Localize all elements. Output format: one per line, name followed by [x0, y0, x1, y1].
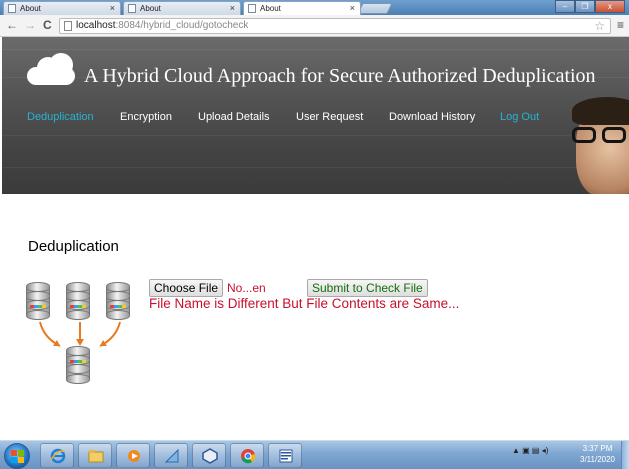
choose-file-button[interactable]: Choose File — [149, 279, 224, 297]
internet-explorer-icon[interactable] — [40, 443, 74, 468]
browser-window: { "browser": { "tabs": [ {"label": "Abou… — [0, 0, 629, 469]
database-icon — [26, 282, 50, 320]
tab-strip: About × About × About × – ❐ x — [0, 0, 629, 15]
window-controls: – ❐ x — [555, 0, 625, 13]
chrome-icon[interactable] — [230, 443, 264, 468]
nav-encryption[interactable]: Encryption — [120, 111, 172, 123]
maximize-button[interactable]: ❐ — [575, 0, 595, 13]
reload-icon[interactable]: C — [43, 18, 52, 32]
tab-label: About — [140, 4, 161, 13]
tab-about-1[interactable]: About × — [3, 1, 121, 15]
close-window-button[interactable]: x — [595, 0, 625, 13]
page-heading: Deduplication — [28, 238, 119, 255]
nav-user-request[interactable]: User Request — [296, 111, 363, 123]
page-icon — [8, 4, 16, 13]
clock-time: 3:37 PM — [582, 444, 613, 453]
new-tab-button[interactable] — [357, 3, 393, 14]
url-host: localhost — [76, 20, 116, 31]
deduplication-diagram — [26, 282, 136, 384]
tab-label: About — [260, 4, 281, 13]
tab-close-icon[interactable]: × — [350, 3, 355, 13]
tab-close-icon[interactable]: × — [230, 3, 235, 13]
tab-close-icon[interactable]: × — [110, 3, 115, 13]
database-icon — [66, 282, 90, 320]
nav-log-out[interactable]: Log Out — [500, 111, 539, 123]
file-explorer-icon[interactable] — [78, 443, 112, 468]
site-title: A Hybrid Cloud Approach for Secure Autho… — [84, 65, 596, 87]
system-tray-icons[interactable]: ▲ ▣ ▤ ◂) — [512, 446, 548, 455]
man-with-glasses-image — [562, 97, 629, 194]
minimize-button[interactable]: – — [555, 0, 575, 13]
address-bar[interactable]: localhost:8084/hybrid_cloud/gotocheck ☆ — [59, 18, 611, 34]
url-path: :8084/hybrid_cloud/gotocheck — [115, 20, 249, 31]
database-icon — [66, 346, 90, 384]
virtualbox-icon[interactable] — [192, 443, 226, 468]
cloud-logo-icon — [27, 53, 77, 85]
back-arrow-icon[interactable]: ← — [6, 18, 18, 32]
page-icon — [64, 21, 72, 31]
check-result-message: File Name is Different But File Contents… — [149, 296, 460, 311]
tab-about-active[interactable]: About × — [243, 1, 361, 15]
selected-file-name: No...en — [227, 281, 266, 295]
main-nav: Deduplication Encryption Upload Details … — [2, 111, 629, 127]
forward-arrow-icon[interactable]: → — [24, 18, 36, 32]
page-icon — [248, 4, 256, 13]
bookmark-star-icon[interactable]: ☆ — [594, 19, 605, 33]
tab-about-2[interactable]: About × — [123, 1, 241, 15]
submit-check-file-button[interactable]: Submit to Check File — [307, 279, 428, 297]
nav-upload-details[interactable]: Upload Details — [198, 111, 270, 123]
page-icon — [128, 4, 136, 13]
tab-label: About — [20, 4, 41, 13]
show-desktop-button[interactable] — [621, 441, 629, 469]
browser-menu-icon[interactable]: ≡ — [617, 18, 624, 32]
tool-app-icon[interactable] — [154, 443, 188, 468]
taskbar-clock[interactable]: 3:37 PM 3/11/2020 — [580, 443, 615, 465]
browser-toolbar: ← → C localhost:8084/hybrid_cloud/gotoch… — [0, 15, 629, 37]
word-icon[interactable] — [268, 443, 302, 468]
nav-deduplication[interactable]: Deduplication — [27, 111, 94, 123]
clock-date: 3/11/2020 — [580, 455, 615, 464]
database-icon — [106, 282, 130, 320]
site-header: A Hybrid Cloud Approach for Secure Autho… — [2, 37, 629, 194]
windows-taskbar: ▲ ▣ ▤ ◂) 3:37 PM 3/11/2020 — [0, 440, 629, 469]
start-button[interactable] — [4, 443, 30, 469]
media-player-icon[interactable] — [116, 443, 150, 468]
nav-download-history[interactable]: Download History — [389, 111, 475, 123]
